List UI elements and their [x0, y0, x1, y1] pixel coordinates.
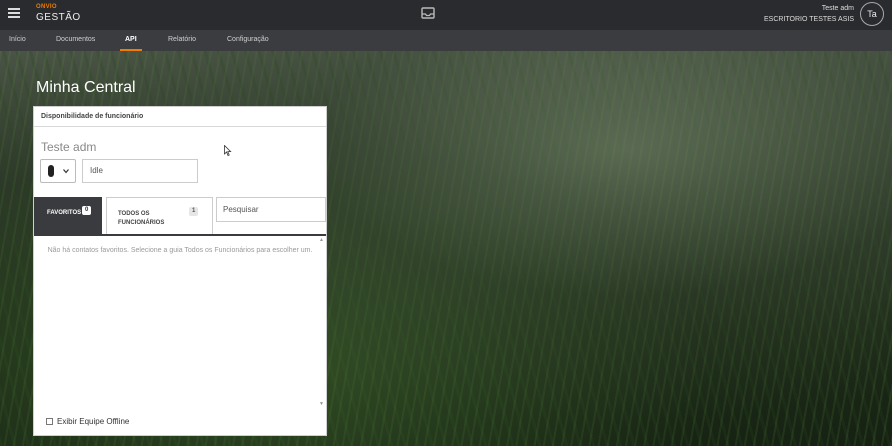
scroll-up-icon[interactable]: ▲: [319, 237, 324, 243]
tab-favorites-label: FAVORITOS: [47, 210, 82, 216]
page-title: Minha Central: [36, 79, 136, 96]
show-offline-label[interactable]: Exibir Equipe Offline: [57, 417, 129, 426]
nav-item-configuracao[interactable]: Configuração: [227, 30, 269, 51]
tab-underline: [34, 234, 326, 236]
brand-gestao[interactable]: GESTÃO: [36, 12, 81, 23]
status-indicator: [48, 165, 54, 177]
scroll-down-icon[interactable]: ▼: [319, 401, 324, 407]
hamburger-menu-icon[interactable]: [8, 8, 20, 20]
nav-item-relatorio[interactable]: Relatório: [168, 30, 196, 51]
employee-name: Teste adm: [41, 140, 97, 154]
empty-favorites-message: Não há contatos favoritos. Selecione a g…: [47, 247, 313, 254]
main-nav: Início Documentos API Relatório Configur…: [0, 30, 892, 51]
show-offline-checkbox[interactable]: [46, 418, 53, 425]
inbox-icon[interactable]: [421, 6, 435, 20]
avatar[interactable]: Ta: [860, 2, 884, 26]
all-employees-count-badge: 1: [189, 207, 199, 216]
top-bar: ONVIO GESTÃO Teste adm ESCRITORIO TESTES…: [0, 0, 892, 30]
availability-panel: Disponibilidade de funcionário Teste adm…: [33, 106, 327, 436]
tab-all-employees-label: TODOS OS FUNCIONÁRIOS: [118, 211, 165, 226]
chevron-down-icon: [63, 169, 69, 174]
list-scrollbar[interactable]: ▲ ▼: [319, 237, 325, 409]
user-office: ESCRITORIO TESTES ASIS: [764, 16, 854, 23]
favorites-count-badge: 0: [82, 206, 92, 215]
panel-header: Disponibilidade de funcionário: [34, 107, 326, 127]
brand-onvio: ONVIO: [36, 4, 57, 10]
mouse-cursor-icon: [224, 145, 232, 157]
nav-item-inicio[interactable]: Início: [9, 30, 26, 51]
nav-item-documentos[interactable]: Documentos: [56, 30, 95, 51]
tab-all-employees[interactable]: TODOS OS FUNCIONÁRIOS 1: [106, 197, 213, 235]
status-select[interactable]: [40, 159, 76, 183]
nav-item-api[interactable]: API: [120, 30, 142, 51]
tab-favorites[interactable]: FAVORITOS 0: [34, 197, 102, 235]
search-input[interactable]: Pesquisar: [216, 197, 326, 222]
status-message-input[interactable]: Idle: [82, 159, 198, 183]
user-name: Teste adm: [821, 5, 854, 12]
